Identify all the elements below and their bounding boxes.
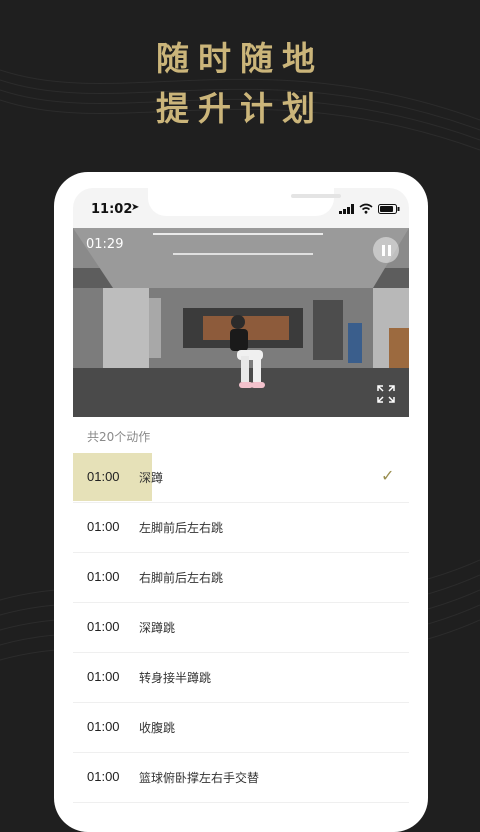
exercise-duration: 01:00 xyxy=(87,719,120,734)
phone-screen: 11:02 ➤ 01:29 共20个动作 01:00 深蹲 ✓ 01:00 左脚… xyxy=(73,188,409,808)
exercise-row[interactable]: 01:00 深蹲 ✓ xyxy=(73,453,409,503)
exercise-name: 深蹲 xyxy=(139,471,164,485)
exercise-name: 右脚前后左右跳 xyxy=(139,571,224,585)
exercise-name: 收腹跳 xyxy=(139,721,176,735)
pause-bar xyxy=(387,244,391,256)
exercise-row[interactable]: 01:00 深蹲跳 xyxy=(73,603,409,653)
status-time: 11:02 xyxy=(91,202,133,217)
exercise-row[interactable]: 01:00 右脚前后左右跳 xyxy=(73,553,409,603)
exercise-duration: 01:00 xyxy=(87,469,120,484)
exercise-count: 共20个动作 xyxy=(87,430,151,444)
signal-icon xyxy=(339,204,354,214)
fullscreen-icon[interactable] xyxy=(376,384,396,404)
speaker-grille xyxy=(291,194,341,198)
pause-button[interactable] xyxy=(373,237,399,263)
wifi-icon xyxy=(359,203,373,214)
exercise-name: 左脚前后左右跳 xyxy=(139,521,224,535)
promo-headline-1: 随时随地 xyxy=(156,39,324,78)
exercise-duration: 01:00 xyxy=(87,769,120,784)
phone-notch xyxy=(148,188,341,216)
exercise-name: 篮球俯卧撑左右手交替 xyxy=(139,771,260,785)
exercise-list: 01:00 深蹲 ✓ 01:00 左脚前后左右跳 01:00 右脚前后左右跳 0… xyxy=(73,453,409,803)
pause-bar xyxy=(381,244,385,256)
exercise-name: 深蹲跳 xyxy=(139,621,176,635)
exercise-name: 转身接半蹲跳 xyxy=(139,671,212,685)
exercise-row[interactable]: 01:00 转身接半蹲跳 xyxy=(73,653,409,703)
battery-icon xyxy=(378,204,400,214)
exercise-duration: 01:00 xyxy=(87,669,120,684)
promo-headline-2: 提升计划 xyxy=(156,89,324,128)
exercise-row[interactable]: 01:00 左脚前后左右跳 xyxy=(73,503,409,553)
check-icon: ✓ xyxy=(381,466,395,485)
video-elapsed-time: 01:29 xyxy=(86,237,124,252)
gym-scene-image xyxy=(73,228,409,417)
exercise-duration: 01:00 xyxy=(87,519,120,534)
exercise-duration: 01:00 xyxy=(87,569,120,584)
workout-video-player[interactable]: 01:29 xyxy=(73,228,409,417)
exercise-row[interactable]: 01:00 篮球俯卧撑左右手交替 xyxy=(73,753,409,803)
exercise-row[interactable]: 01:00 收腹跳 xyxy=(73,703,409,753)
status-bar: 11:02 ➤ xyxy=(73,188,409,228)
exercise-duration: 01:00 xyxy=(87,619,120,634)
location-arrow-icon: ➤ xyxy=(131,202,140,213)
